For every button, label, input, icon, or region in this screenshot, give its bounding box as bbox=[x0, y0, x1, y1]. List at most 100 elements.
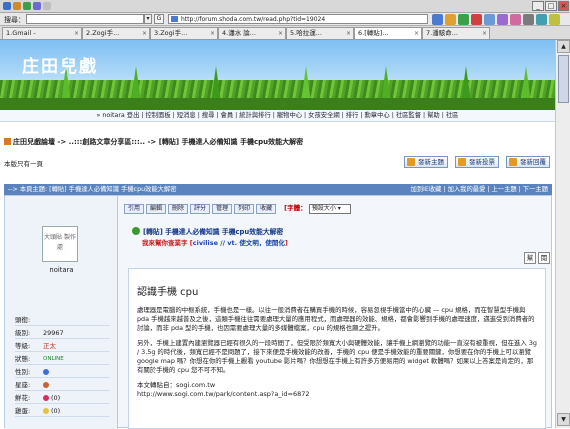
tab-7[interactable]: 7.潘駭命... × bbox=[422, 27, 490, 39]
stat-gender: 性別: bbox=[15, 366, 110, 378]
search-engine-dropdown[interactable]: ▾ bbox=[144, 14, 152, 24]
maximize-button[interactable]: □ bbox=[545, 1, 557, 11]
source-url[interactable]: http://www.sogi.com.tw/park/content.asp?… bbox=[137, 390, 537, 399]
bookmark-icon[interactable] bbox=[13, 2, 21, 10]
mail-icon[interactable] bbox=[510, 14, 521, 25]
zoom-icon[interactable] bbox=[536, 14, 547, 25]
dict-suffix: ] bbox=[284, 239, 288, 247]
print-button[interactable]: 列印 bbox=[234, 204, 255, 214]
tab-close-icon[interactable]: × bbox=[414, 28, 419, 39]
tab-label: 4.瀟水 論... bbox=[222, 29, 256, 37]
scroll-thumb[interactable] bbox=[558, 55, 569, 103]
download-icon[interactable] bbox=[33, 2, 41, 10]
article-paragraph-1: 處理器是電腦的中樞系統，手機也是一樣。以往一般消費者在購買手機的時候，容易忽視手… bbox=[137, 306, 535, 332]
tab-close-icon[interactable]: × bbox=[278, 28, 283, 39]
tab-close-icon[interactable]: × bbox=[346, 28, 351, 39]
new-poll-label: 發新投票 bbox=[469, 158, 495, 166]
tab-3[interactable]: 3.Zogi手... × bbox=[150, 27, 218, 39]
avatar[interactable]: 大頭貼 製作處 bbox=[42, 226, 78, 262]
forum-nav[interactable]: » noitara 登出 | 控制面板 | 短消息 | 搜尋 | 會員 | 統計… bbox=[0, 110, 555, 122]
browser-titlebar: _ □ × bbox=[0, 0, 570, 13]
search-button[interactable]: G bbox=[154, 14, 164, 24]
browser-toolbar: 搜尋： ▾ G http://forum.shoda.com.tw/read.p… bbox=[0, 13, 570, 26]
reply-button[interactable]: 發新回覆 bbox=[506, 156, 550, 168]
topic-links[interactable]: 加到IE收藏 | 加入我的最愛 | 上一主題 | 下一主題 bbox=[410, 184, 548, 195]
post-toolbar: 引用 編輯 刪除 評分 管理 列印 收藏 [字體： 預設大小 ▾ bbox=[124, 202, 544, 214]
breadcrumb[interactable]: 庄田兒戲論壇 -> ..:::創路文章分享區:::.. -> [轉貼] 手機達人… bbox=[4, 137, 303, 147]
tab-close-icon[interactable]: × bbox=[482, 28, 487, 39]
print-icon[interactable] bbox=[523, 14, 534, 25]
stat-label: 雞蛋: bbox=[15, 407, 31, 415]
post-body: 認識手機 cpu 處理器是電腦的中樞系統，手機也是一樣。以往一般消費者在購買手機… bbox=[128, 268, 546, 429]
close-button[interactable]: × bbox=[558, 1, 569, 11]
tab-bar: 1.Gmail - × 2.Zogi手... × 3.Zogi手... × 4.瀟水 … bbox=[0, 26, 570, 40]
tab-label: 6.[轉貼]... bbox=[358, 29, 389, 37]
stat-label: 級別: bbox=[15, 329, 31, 337]
options-icon[interactable] bbox=[43, 2, 51, 10]
page-scrollbar[interactable]: ▲ ▼ bbox=[555, 40, 570, 428]
tab-close-icon[interactable]: × bbox=[74, 28, 79, 39]
tab-1[interactable]: 1.Gmail - × bbox=[2, 27, 82, 39]
dict-link[interactable]: civilise // vt. 使文明，使開化 bbox=[193, 239, 285, 247]
stat-label: 性別: bbox=[15, 368, 31, 376]
tab-4[interactable]: 4.瀟水 論... × bbox=[218, 27, 286, 39]
read-button[interactable]: 閱 bbox=[538, 252, 550, 264]
edit-button[interactable]: 編輯 bbox=[146, 204, 167, 214]
flower-icon bbox=[43, 395, 49, 401]
scroll-down-icon[interactable]: ▼ bbox=[557, 413, 570, 426]
breadcrumb-text[interactable]: 庄田兒戲論壇 -> ..:::創路文章分享區:::.. -> [轉貼] 手機達人… bbox=[13, 138, 303, 146]
tab-label: 3.Zogi手... bbox=[154, 29, 188, 37]
help-button[interactable]: 幫 bbox=[524, 252, 536, 264]
stat-title: 頭銜: bbox=[15, 314, 110, 326]
tab-label: 7.潘駭命... bbox=[426, 29, 458, 37]
stat-rank: 等級: 正太 bbox=[15, 340, 110, 352]
tab-close-icon[interactable]: × bbox=[210, 28, 215, 39]
tab-2[interactable]: 2.Zogi手... × bbox=[82, 27, 150, 39]
delete-button[interactable]: 刪除 bbox=[168, 204, 189, 214]
gender-icon bbox=[43, 366, 51, 378]
tools-icon[interactable] bbox=[549, 14, 560, 25]
username[interactable]: noitara bbox=[5, 266, 118, 274]
tab-5[interactable]: 5.哈拉運... × bbox=[286, 27, 354, 39]
scroll-up-icon[interactable]: ▲ bbox=[557, 40, 570, 53]
page-icon bbox=[171, 16, 178, 22]
minimize-button[interactable]: _ bbox=[532, 1, 544, 11]
home-icon[interactable] bbox=[497, 14, 508, 25]
tab-close-icon[interactable]: × bbox=[142, 28, 147, 39]
font-size-label: [字體： bbox=[284, 204, 307, 212]
quote-button[interactable]: 引用 bbox=[124, 204, 145, 214]
stat-eggs: 雞蛋: (0) bbox=[15, 405, 110, 417]
post-title: [轉貼] 手機達人必備知識 手機cpu效能大解密 bbox=[132, 226, 283, 236]
favorite-button[interactable]: 收藏 bbox=[256, 204, 277, 214]
go-icon[interactable] bbox=[432, 14, 443, 25]
history-icon[interactable] bbox=[23, 2, 31, 10]
new-poll-button[interactable]: 發新投票 bbox=[455, 156, 499, 168]
new-topic-button[interactable]: 發新主題 bbox=[404, 156, 448, 168]
stop-icon[interactable] bbox=[471, 14, 482, 25]
tab-6-active[interactable]: 6.[轉貼]... × bbox=[354, 27, 422, 39]
stat-level: 級別: 29967 bbox=[15, 327, 110, 339]
search-input[interactable] bbox=[26, 14, 144, 24]
source-label: 本文轉貼自：sogi.com.tw bbox=[137, 381, 216, 389]
zodiac-icon bbox=[43, 379, 51, 391]
font-size-select[interactable]: 預設大小 ▾ bbox=[308, 204, 351, 214]
manage-button[interactable]: 管理 bbox=[212, 204, 233, 214]
forward-icon[interactable] bbox=[458, 14, 469, 25]
stat-label: 鮮花: bbox=[15, 394, 31, 402]
reply-label: 發新回覆 bbox=[520, 158, 546, 166]
new-poll-icon bbox=[458, 158, 466, 166]
refresh-icon[interactable] bbox=[484, 14, 495, 25]
topic-title: --> 本頁主題: [轉貼] 手機達人必備知識 手機cpu效能大解密 bbox=[8, 186, 177, 193]
post-title-text: [轉貼] 手機達人必備知識 手機cpu效能大解密 bbox=[143, 228, 284, 236]
stat-label: 星座: bbox=[15, 381, 31, 389]
stat-value: (0) bbox=[51, 394, 61, 402]
back-icon[interactable] bbox=[445, 14, 456, 25]
user-sidebar: 大頭貼 製作處 noitara 頭銜: 級別: 29967 等級: 正太 狀態: ON… bbox=[5, 196, 118, 429]
new-topic-label: 發新主題 bbox=[418, 158, 444, 166]
rate-button[interactable]: 評分 bbox=[190, 204, 211, 214]
dict-prefix: 我來幫你查業字 [ bbox=[142, 239, 193, 247]
egg-icon bbox=[43, 408, 49, 414]
stat-status: 狀態: ONLINE bbox=[15, 353, 110, 365]
address-bar[interactable]: http://forum.shoda.com.tw/read.php?tid=1… bbox=[168, 14, 428, 24]
article-heading: 認識手機 cpu bbox=[137, 287, 199, 298]
